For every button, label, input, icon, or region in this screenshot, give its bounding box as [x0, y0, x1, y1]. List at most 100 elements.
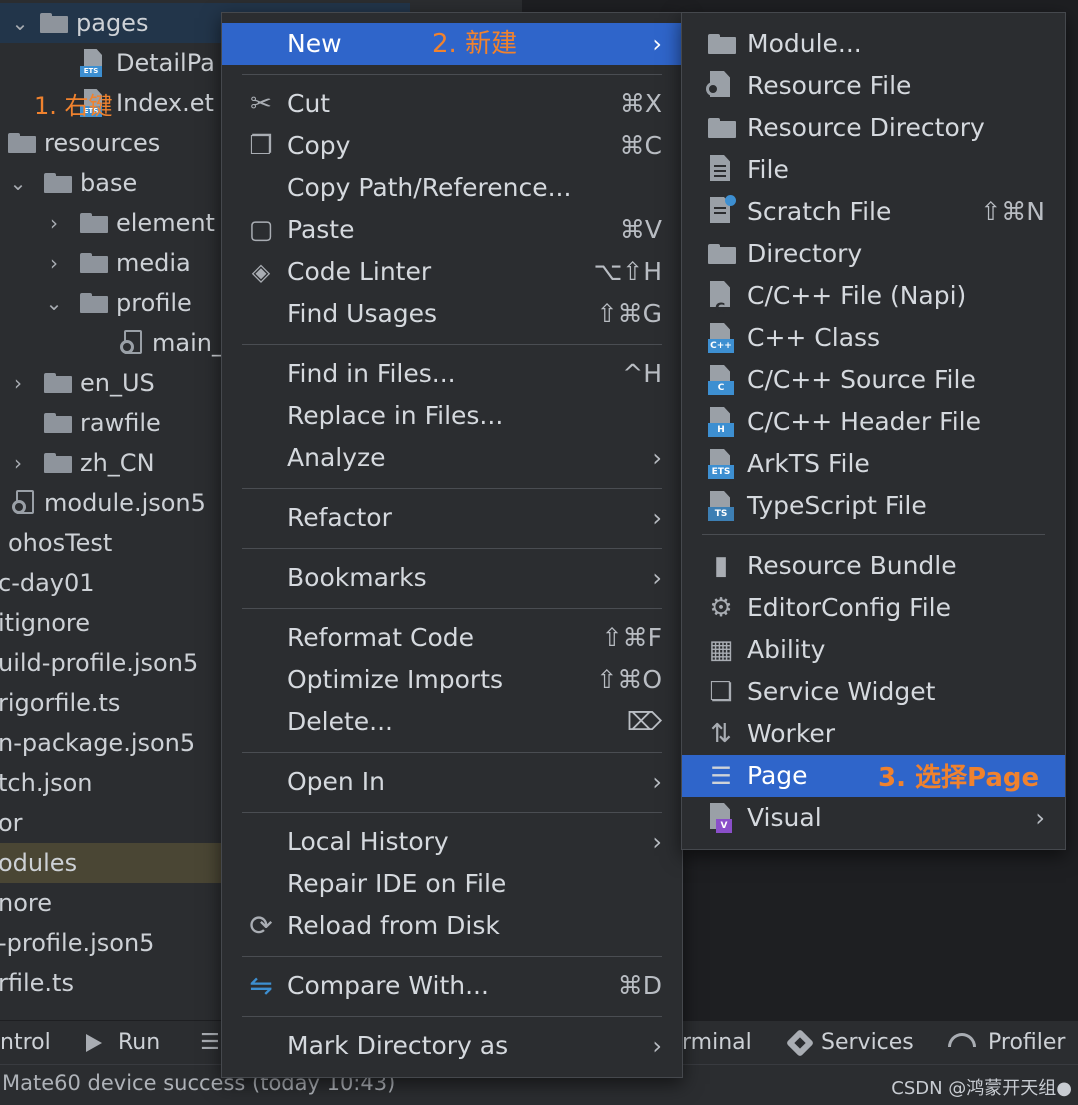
tree-item[interactable]: itignore — [0, 603, 222, 643]
menu-item-label: Copy — [287, 131, 351, 160]
menu-item-label: Resource Bundle — [747, 551, 957, 580]
tree-item[interactable]: rawfile — [0, 403, 222, 443]
menu-item-c-c-file-napi[interactable]: C C/C++ File (Napi) — [682, 275, 1065, 317]
tree-item[interactable]: › media — [0, 243, 222, 283]
json-file-icon — [12, 490, 38, 516]
tree-item[interactable]: uild-profile.json5 — [0, 643, 222, 683]
menu-item-label: EditorConfig File — [747, 593, 951, 622]
menu-item-open-in[interactable]: Open In › — [222, 761, 682, 803]
shortcut-label: ⌘X — [619, 89, 662, 118]
shortcut-label: ⇧⌘G — [596, 299, 662, 328]
menu-item-copy-path-reference[interactable]: Copy Path/Reference... — [222, 167, 682, 209]
menu-item-new[interactable]: New › 2. 新建 — [222, 23, 682, 65]
menu-item-optimize-imports[interactable]: Optimize Imports ⇧⌘O — [222, 659, 682, 701]
menu-item-analyze[interactable]: Analyze › — [222, 437, 682, 479]
menu-item-worker[interactable]: ⇅ Worker — [682, 713, 1065, 755]
menu-item-repair-ide-on-file[interactable]: Repair IDE on File — [222, 863, 682, 905]
menu-item-service-widget[interactable]: ❏ Service Widget — [682, 671, 1065, 713]
menu-item-delete[interactable]: Delete... ⌦ — [222, 701, 682, 743]
menu-item-scratch-file[interactable]: Scratch File ⇧⌘N — [682, 191, 1065, 233]
menu-item-find-in-files[interactable]: Find in Files... ^H — [222, 353, 682, 395]
menu-item-reformat-code[interactable]: Reformat Code ⇧⌘F — [222, 617, 682, 659]
chevron-down-icon[interactable]: ⌄ — [10, 3, 30, 43]
menu-item-code-linter[interactable]: ◈ Code Linter ⌥⇧H — [222, 251, 682, 293]
chevron-right-icon[interactable]: › — [8, 443, 28, 483]
menu-item-module[interactable]: Module... — [682, 23, 1065, 65]
shortcut-label: ⌘D — [617, 971, 662, 1000]
c-file-icon: C — [682, 275, 742, 317]
menu-item-label: Refactor — [287, 503, 392, 532]
menu-item-refactor[interactable]: Refactor › — [222, 497, 682, 539]
scissors-icon: ✂ — [250, 89, 272, 119]
tree-item[interactable]: ⌄ profile — [0, 283, 222, 323]
menu-item-file[interactable]: File — [682, 149, 1065, 191]
menu-item-resource-bundle[interactable]: ▮ Resource Bundle — [682, 545, 1065, 587]
menu-item-c-c-source-file[interactable]: C C/C++ Source File — [682, 359, 1065, 401]
chevron-down-icon[interactable]: ⌄ — [44, 283, 64, 323]
menu-item-resource-directory[interactable]: Resource Directory — [682, 107, 1065, 149]
menu-item-find-usages[interactable]: Find Usages ⇧⌘G — [222, 293, 682, 335]
profiler-icon — [948, 1033, 976, 1047]
tree-item[interactable]: -profile.json5 — [0, 923, 222, 963]
tree-item[interactable]: › element — [0, 203, 222, 243]
chevron-right-icon[interactable]: › — [44, 243, 64, 283]
tree-item-label: zh_CN — [80, 449, 155, 477]
tree-item[interactable]: c-day01 — [0, 563, 222, 603]
menu-item-replace-in-files[interactable]: Replace in Files... — [222, 395, 682, 437]
cpp-class-icon: C++ — [682, 317, 742, 359]
chevron-down-icon[interactable]: ⌄ — [8, 163, 28, 203]
menu-item-label: Find in Files... — [287, 359, 456, 388]
menu-separator — [242, 344, 662, 345]
c-header-icon: H — [682, 401, 742, 443]
tool-terminal[interactable]: rminal — [682, 1021, 752, 1065]
menu-item-ability[interactable]: ▦ Ability — [682, 629, 1065, 671]
menu-separator — [242, 548, 662, 549]
menu-item-typescript-file[interactable]: TS TypeScript File — [682, 485, 1065, 527]
menu-item-cut[interactable]: ✂ Cut ⌘X — [222, 83, 682, 125]
tree-item[interactable]: main_ — [0, 323, 224, 363]
c-source-icon: C — [682, 359, 742, 401]
tree-item[interactable]: ETS DetailPa — [0, 43, 222, 83]
menu-item-directory[interactable]: Directory — [682, 233, 1065, 275]
tree-item[interactable]: rfile.ts — [0, 963, 222, 1003]
tree-item[interactable]: tch.json — [0, 763, 222, 803]
tree-item[interactable]: › zh_CN — [0, 443, 222, 483]
menu-item-mark-directory-as[interactable]: Mark Directory as › — [222, 1025, 682, 1067]
linter-icon: ◈ — [251, 258, 271, 286]
tree-item[interactable]: nore — [0, 883, 222, 923]
tree-item[interactable]: n-package.json5 — [0, 723, 222, 763]
tool-control[interactable]: ntrol — [0, 1021, 51, 1065]
menu-item-visual[interactable]: V Visual › — [682, 797, 1065, 839]
menu-item-editorconfig-file[interactable]: ⚙ EditorConfig File — [682, 587, 1065, 629]
menu-item-c-class[interactable]: C++ C++ Class — [682, 317, 1065, 359]
menu-item-label: TypeScript File — [747, 491, 927, 520]
menu-item-compare-with[interactable]: ⇋ Compare With... ⌘D — [222, 965, 682, 1007]
tree-item[interactable]: module.json5 — [0, 483, 222, 523]
chevron-right-icon[interactable]: › — [44, 203, 64, 243]
tool-profiler-label: Profiler — [988, 1030, 1066, 1055]
menu-item-c-c-header-file[interactable]: H C/C++ Header File — [682, 401, 1065, 443]
shortcut-label: ^H — [622, 359, 662, 388]
tree-item[interactable]: rigorfile.ts — [0, 683, 222, 723]
menu-item-paste[interactable]: ▢ Paste ⌘V — [222, 209, 682, 251]
tree-item[interactable]: › en_US — [0, 363, 222, 403]
menu-item-local-history[interactable]: Local History › — [222, 821, 682, 863]
menu-item-copy[interactable]: ❐ Copy ⌘C — [222, 125, 682, 167]
tree-item[interactable]: resources — [0, 123, 222, 163]
menu-item-resource-file[interactable]: Resource File — [682, 65, 1065, 107]
chevron-right-icon[interactable]: › — [8, 363, 28, 403]
tree-item[interactable]: ohosTest — [0, 523, 222, 563]
menu-item-label: Delete... — [287, 707, 393, 736]
shortcut-label: ⇧⌘F — [601, 623, 662, 652]
tree-item-label: resources — [44, 129, 161, 157]
menu-item-arkts-file[interactable]: ETS ArkTS File — [682, 443, 1065, 485]
menu-item-bookmarks[interactable]: Bookmarks › — [222, 557, 682, 599]
menu-item-reload-from-disk[interactable]: ⟳ Reload from Disk — [222, 905, 682, 947]
shortcut-label: ⌥⇧H — [593, 257, 662, 286]
tree-item[interactable]: ⌄ base — [0, 163, 222, 203]
tree-item[interactable]: odules — [0, 843, 222, 883]
tree-item-label: odules — [0, 849, 78, 877]
list-icon[interactable]: ☰ — [200, 1021, 220, 1065]
menu-item-page[interactable]: ☰ Page 3. 选择Page — [682, 755, 1065, 797]
tree-item[interactable]: or — [0, 803, 222, 843]
